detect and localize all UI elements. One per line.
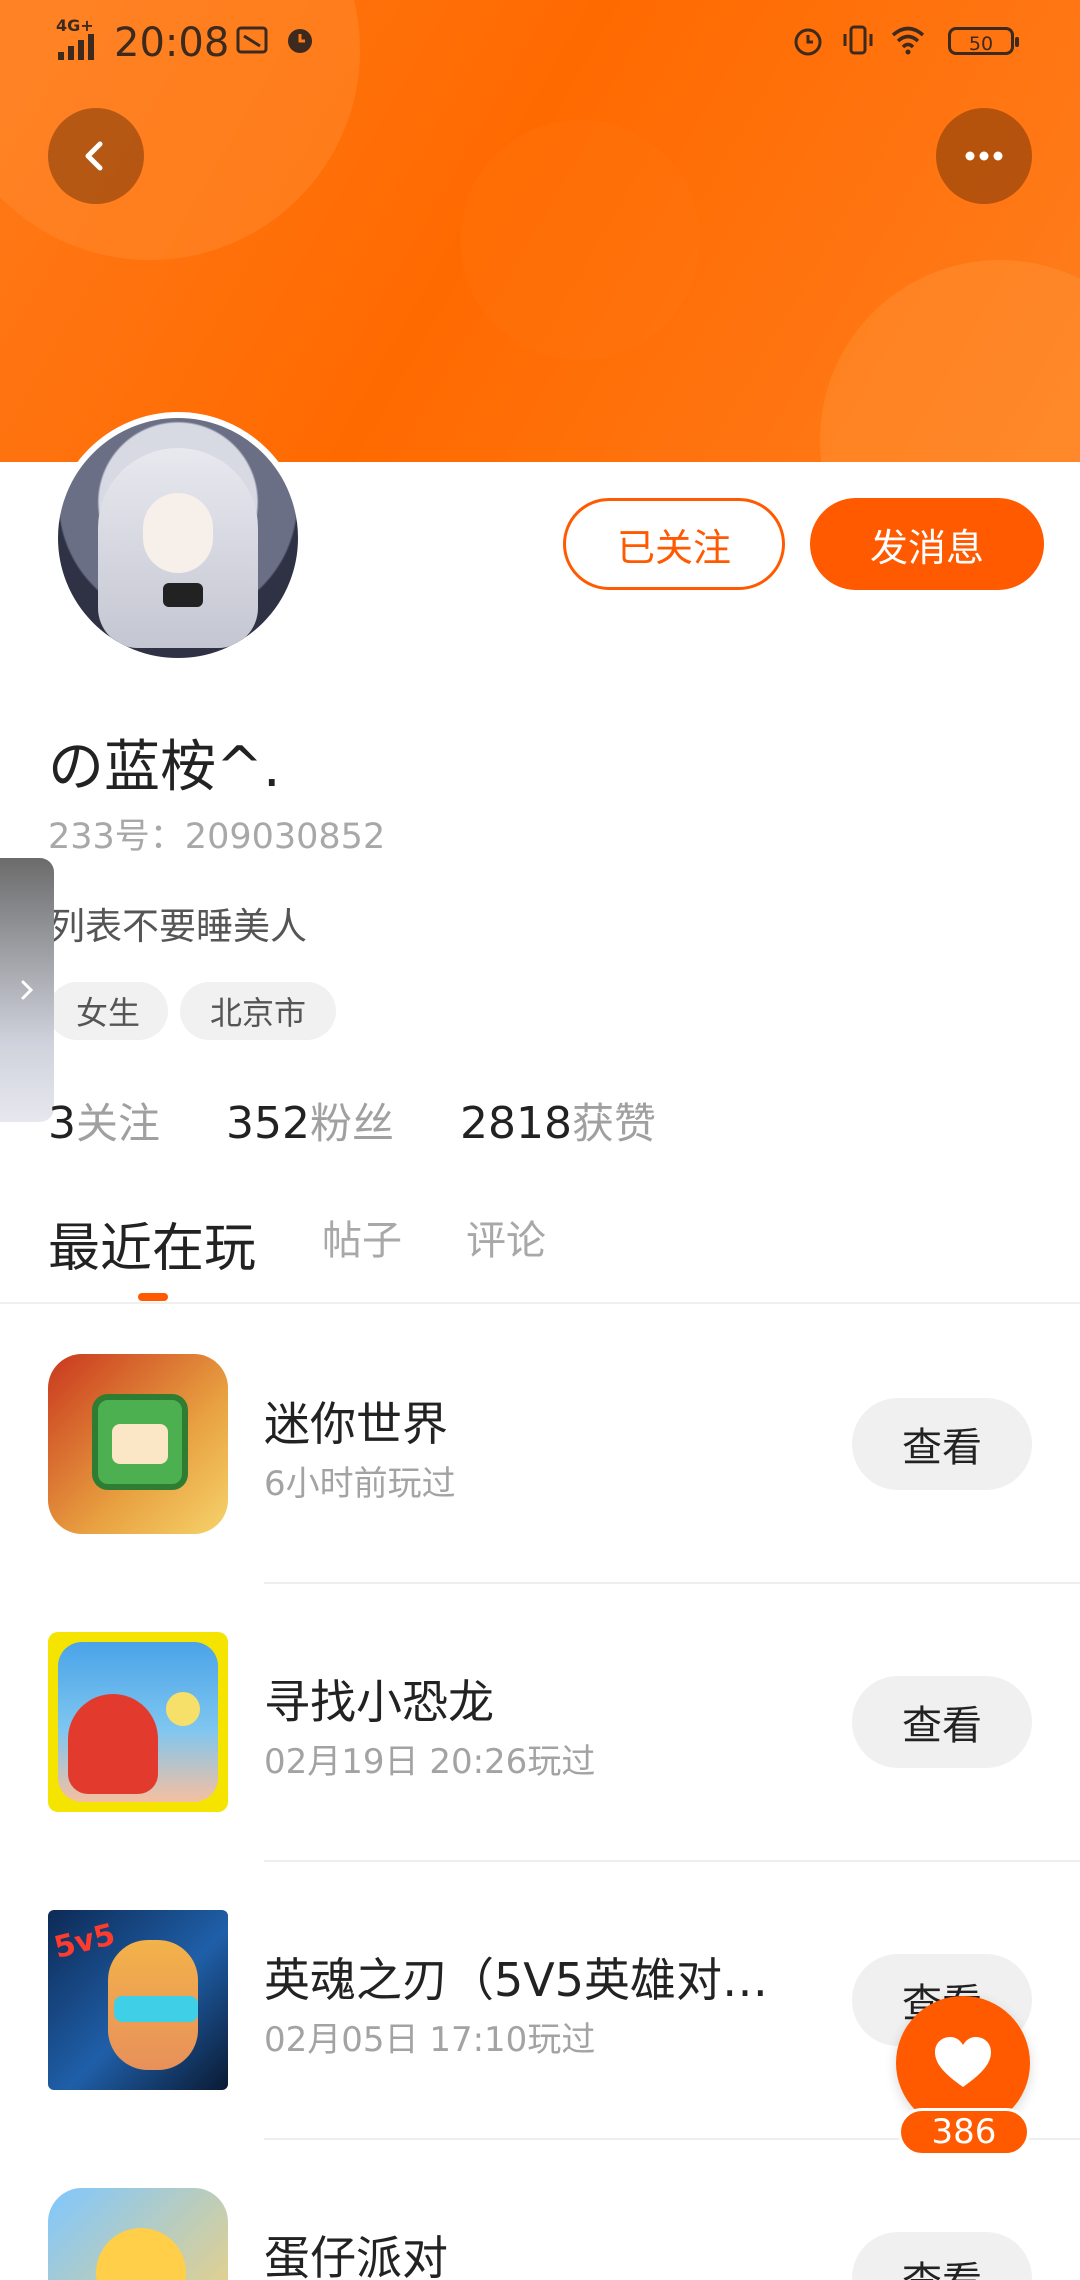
stat-value: 2818 bbox=[460, 1098, 572, 1149]
game-title: 迷你世界 bbox=[264, 1397, 448, 1451]
stat-fans[interactable]: 352粉丝 bbox=[226, 1090, 394, 1151]
game-last-played: 02月19日 20:26玩过 bbox=[264, 1742, 596, 1782]
screenshot-icon bbox=[236, 26, 268, 54]
more-options-button[interactable] bbox=[936, 108, 1032, 204]
heart-icon bbox=[935, 2037, 991, 2087]
stat-likes[interactable]: 2818获赞 bbox=[460, 1090, 656, 1151]
stat-following[interactable]: 3关注 bbox=[48, 1090, 160, 1151]
game-icon-text: 5v5 bbox=[50, 1917, 119, 1966]
game-last-played: 02月05日 17:10玩过 bbox=[264, 2020, 596, 2060]
game-icon bbox=[48, 2188, 228, 2280]
chevron-right-icon bbox=[21, 980, 34, 1000]
stat-label: 获赞 bbox=[571, 1099, 656, 1148]
wifi-icon bbox=[891, 26, 925, 55]
banner-decoration bbox=[820, 260, 1080, 462]
alarm-icon bbox=[288, 29, 312, 53]
tag-gender: 女生 bbox=[48, 982, 168, 1040]
like-count-badge: 386 bbox=[898, 2108, 1030, 2156]
stat-value: 352 bbox=[226, 1098, 310, 1149]
signal-icon bbox=[58, 34, 98, 60]
tab-posts[interactable]: 帖子 bbox=[322, 1208, 402, 1266]
more-dots-icon bbox=[965, 151, 1003, 161]
divider bbox=[0, 1302, 1080, 1304]
network-type: 4G+ bbox=[56, 16, 94, 35]
stat-label: 粉丝 bbox=[309, 1099, 394, 1148]
view-button[interactable]: 查看 bbox=[852, 2232, 1032, 2280]
avatar[interactable] bbox=[52, 412, 304, 664]
list-item[interactable]: 寻找小恐龙 02月19日 20:26玩过 查看 bbox=[0, 1584, 1080, 1862]
banner-decoration bbox=[460, 120, 700, 360]
avatar-bow bbox=[163, 583, 203, 607]
game-last-played: 6小时前玩过 bbox=[264, 1464, 456, 1504]
game-icon bbox=[48, 1632, 228, 1812]
list-item[interactable]: 迷你世界 6小时前玩过 查看 bbox=[0, 1306, 1080, 1584]
battery-indicator: 50 bbox=[948, 27, 1019, 55]
view-button[interactable]: 查看 bbox=[852, 1398, 1032, 1490]
alarm-clock-icon bbox=[794, 28, 822, 56]
tab-indicator bbox=[138, 1293, 168, 1301]
user-id: 233号：209030852 bbox=[48, 817, 386, 857]
status-bar: 4G+ 20:08 50 bbox=[0, 0, 1080, 80]
list-item[interactable]: 蛋仔派对 查看 bbox=[0, 2140, 1080, 2280]
chevron-left-icon bbox=[85, 141, 103, 171]
user-bio: 列表不要睡美人 bbox=[48, 905, 307, 948]
avatar-face bbox=[143, 493, 213, 573]
back-button[interactable] bbox=[48, 108, 144, 204]
tag-location: 北京市 bbox=[180, 982, 336, 1040]
game-icon: 5v5 bbox=[48, 1910, 228, 2090]
following-button[interactable]: 已关注 bbox=[563, 498, 785, 590]
game-title: 英魂之刃（5V5英雄对… bbox=[264, 1953, 769, 2007]
side-drawer-handle[interactable] bbox=[0, 858, 54, 1122]
user-name: の蓝桉^. bbox=[48, 735, 281, 800]
vibrate-icon bbox=[843, 25, 873, 55]
stat-value: 3 bbox=[48, 1098, 76, 1149]
tab-recently-played[interactable]: 最近在玩 bbox=[48, 1206, 256, 1281]
clock-time: 20:08 bbox=[114, 20, 230, 66]
tab-comments[interactable]: 评论 bbox=[466, 1208, 546, 1266]
game-icon bbox=[48, 1354, 228, 1534]
stat-label: 关注 bbox=[76, 1099, 161, 1148]
game-title: 蛋仔派对 bbox=[264, 2231, 448, 2280]
view-button[interactable]: 查看 bbox=[852, 1676, 1032, 1768]
game-title: 寻找小恐龙 bbox=[264, 1675, 494, 1729]
send-message-button[interactable]: 发消息 bbox=[810, 498, 1044, 590]
